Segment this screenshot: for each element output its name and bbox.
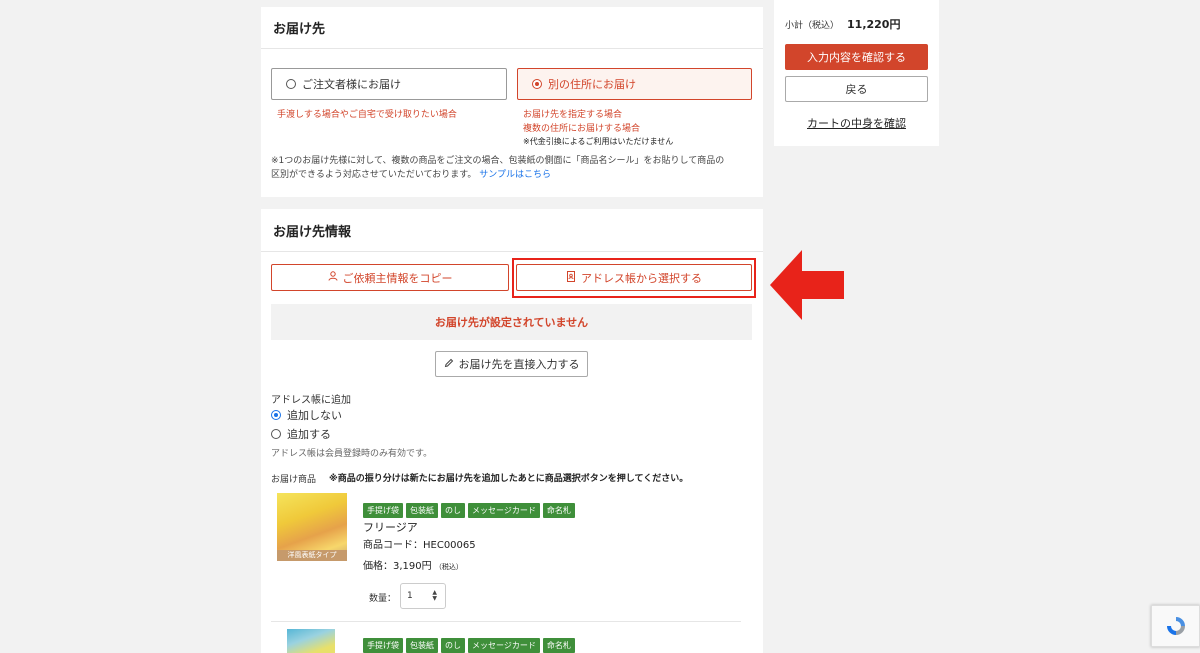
radio-icon — [286, 79, 296, 89]
confirm-button[interactable]: 入力内容を確認する — [785, 44, 928, 70]
delivery-info-title: お届け先情報 — [261, 209, 763, 252]
note-other-1: お届け先を指定する場合 — [523, 110, 623, 120]
qty-select[interactable]: 1 ▲ ▼ — [400, 583, 446, 609]
red-arrow-annotation — [770, 250, 844, 320]
tag-name-card: 命名札 — [542, 503, 575, 518]
product-divider — [271, 621, 741, 622]
subtotal-value: 11,220円 — [847, 18, 901, 31]
radio-icon — [271, 429, 281, 439]
add-no-option[interactable]: 追加しない — [271, 407, 342, 423]
tag-message-card: メッセージカード — [468, 638, 540, 653]
user-icon — [328, 271, 338, 284]
note-other-2: 複数の住所にお届けする場合 — [523, 124, 641, 134]
option-self-radio[interactable]: ご注文者様にお届け — [271, 68, 507, 100]
recaptcha-badge[interactable] — [1151, 605, 1200, 647]
thumb-caption: 洋風表紙タイプ — [277, 550, 347, 561]
tag-noshi: のし — [441, 503, 465, 518]
radio-icon — [532, 79, 542, 89]
sample-link[interactable]: サンプルはこちら — [479, 170, 551, 180]
tag-bag: 手提げ袋 — [363, 638, 403, 653]
info-line-2-text: 区別ができるよう対応させていただいております。 — [271, 170, 477, 180]
product-thumbnail-2 — [287, 629, 335, 653]
copy-requester-label: ご依頼主情報をコピー — [342, 271, 453, 285]
direct-input-button[interactable]: お届け先を直接入力する — [435, 351, 588, 377]
product-tags: 手提げ袋 包装紙 のし メッセージカード 命名札 — [363, 498, 578, 518]
tag-wrapping: 包装紙 — [406, 503, 438, 518]
qty-value: 1 — [407, 591, 413, 601]
pencil-icon — [444, 358, 454, 371]
delivery-title: お届け先 — [261, 7, 763, 49]
tag-wrapping: 包装紙 — [406, 638, 438, 653]
products-label: お届け商品 — [271, 475, 317, 485]
tag-message-card: メッセージカード — [468, 503, 540, 518]
address-book-highlight — [512, 258, 756, 298]
note-self: 手渡しする場合やご自宅で受け取りたい場合 — [277, 110, 457, 120]
product-price: 価格：3,190円 （税込） — [363, 557, 463, 572]
direct-input-label: お届け先を直接入力する — [458, 358, 580, 371]
info-line-2: 区別ができるよう対応させていただいております。 サンプルはこちら — [271, 168, 551, 183]
copy-requester-button[interactable]: ご依頼主情報をコピー — [271, 264, 509, 291]
summary-card: 小計（税込） 11,220円 入力内容を確認する 戻る カートの中身を確認 — [774, 0, 939, 146]
add-yes-option[interactable]: 追加する — [271, 426, 331, 442]
qty-label: 数量： — [369, 594, 397, 604]
back-button[interactable]: 戻る — [785, 76, 928, 102]
address-add-label: アドレス帳に追加 — [271, 395, 351, 406]
select-arrows-icon: ▲ ▼ — [432, 589, 437, 602]
delivery-status: お届け先が設定されていません — [271, 304, 752, 340]
option-self-label: ご注文者様にお届け — [302, 78, 401, 91]
price-text: 価格：3,190円 — [363, 561, 432, 572]
tag-noshi: のし — [441, 638, 465, 653]
delivery-info-card: お届け先情報 ご依頼主情報をコピー アドレス帳から選択する お届け先が設定されて… — [261, 209, 763, 653]
subtotal-label: 小計（税込） — [785, 21, 840, 31]
tag-name-card: 命名札 — [542, 638, 575, 653]
cart-link[interactable]: カートの中身を確認 — [774, 115, 939, 131]
price-tax: （税込） — [434, 563, 463, 571]
recaptcha-icon — [1166, 617, 1185, 635]
subtotal-row: 小計（税込） 11,220円 — [785, 16, 900, 32]
delivery-card: お届け先 ご注文者様にお届け 別の住所にお届け 手渡しする場合やご自宅で受け取り… — [261, 7, 763, 197]
info-line-1: ※1つのお届け先様に対して、複数の商品をご注文の場合、包装紙の側面に「商品名シー… — [271, 156, 725, 166]
option-other-radio[interactable]: 別の住所にお届け — [517, 68, 752, 100]
add-no-label: 追加しない — [287, 409, 342, 422]
option-other-label: 別の住所にお届け — [548, 78, 636, 91]
product-tags-2: 手提げ袋 包装紙 のし メッセージカード 命名札 — [363, 633, 578, 653]
add-yes-label: 追加する — [287, 428, 331, 441]
address-note: アドレス帳は会員登録時のみ有効です。 — [271, 449, 433, 459]
tag-bag: 手提げ袋 — [363, 503, 403, 518]
product-name: フリージア — [363, 521, 418, 534]
product-code: 商品コード：HEC00065 — [363, 540, 476, 551]
radio-icon — [271, 410, 281, 420]
note-other-3: ※代金引換によるご利用はいただけません — [523, 137, 674, 146]
products-note: ※商品の振り分けは新たにお届け先を追加したあとに商品選択ボタンを押してください。 — [329, 474, 689, 484]
